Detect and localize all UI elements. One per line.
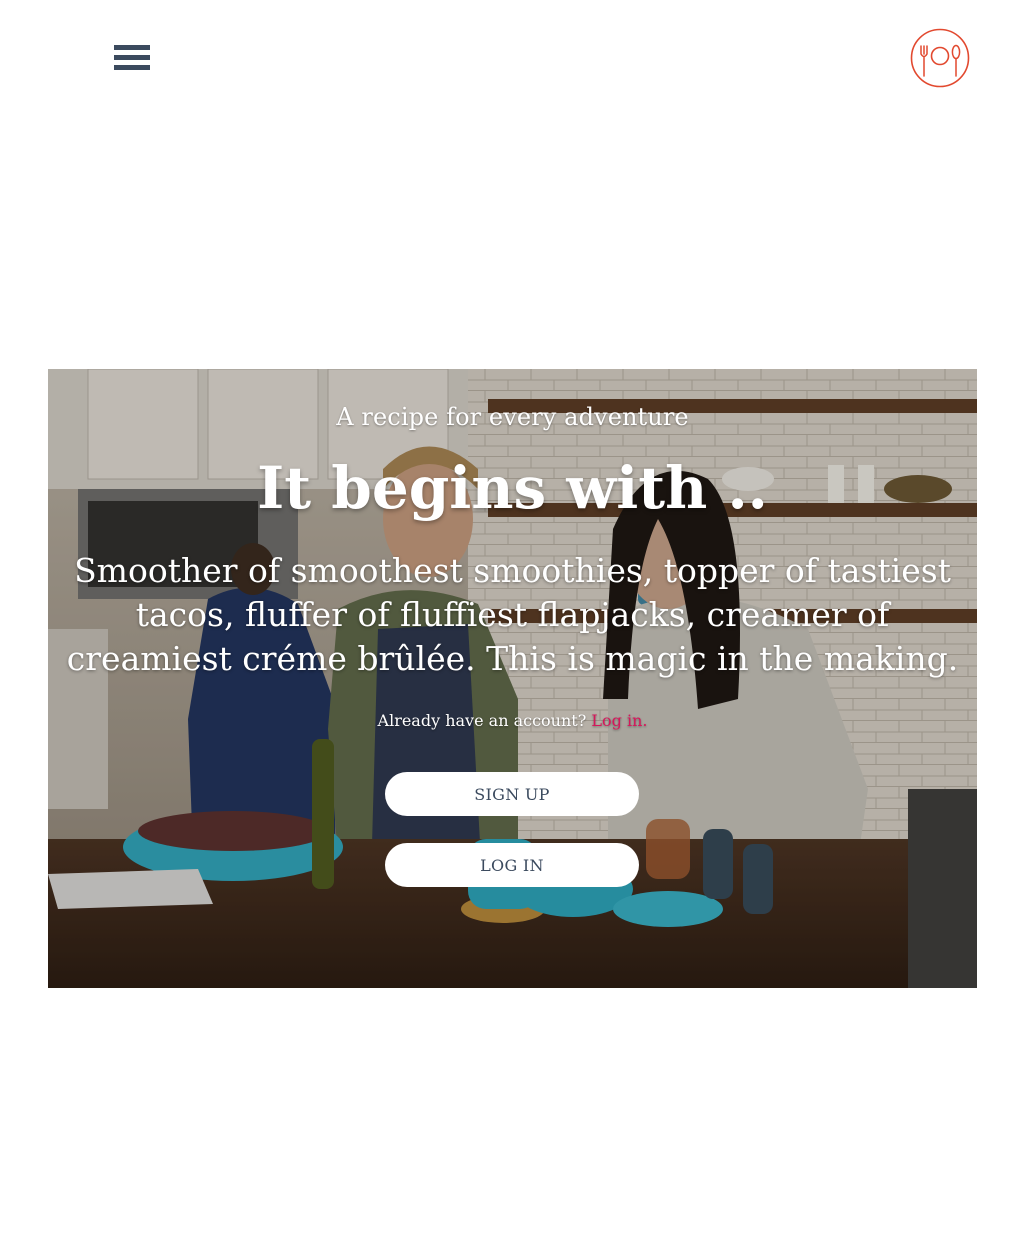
login-link[interactable]: Log in. bbox=[591, 711, 647, 730]
sign-up-button[interactable]: SIGN UP bbox=[385, 772, 639, 816]
account-prompt-text: Already have an account? bbox=[377, 711, 587, 730]
hero-banner: A recipe for every adventure It begins w… bbox=[48, 369, 977, 988]
hero-headline: It begins with .. bbox=[257, 454, 768, 522]
menu-bar bbox=[114, 55, 150, 60]
log-in-button[interactable]: LOG IN bbox=[385, 843, 639, 887]
hero-content: A recipe for every adventure It begins w… bbox=[48, 369, 977, 988]
hero-tagline: A recipe for every adventure bbox=[336, 403, 689, 431]
hamburger-menu-icon[interactable] bbox=[114, 45, 150, 71]
account-prompt: Already have an account? Log in. bbox=[48, 711, 977, 730]
menu-bar bbox=[114, 65, 150, 70]
hero-description: Smoother of smoothest smoothies, topper … bbox=[66, 551, 959, 678]
menu-bar bbox=[114, 45, 150, 50]
plate-fork-spoon-logo-icon[interactable] bbox=[910, 28, 970, 88]
landing-page: A recipe for every adventure It begins w… bbox=[0, 0, 1024, 1258]
